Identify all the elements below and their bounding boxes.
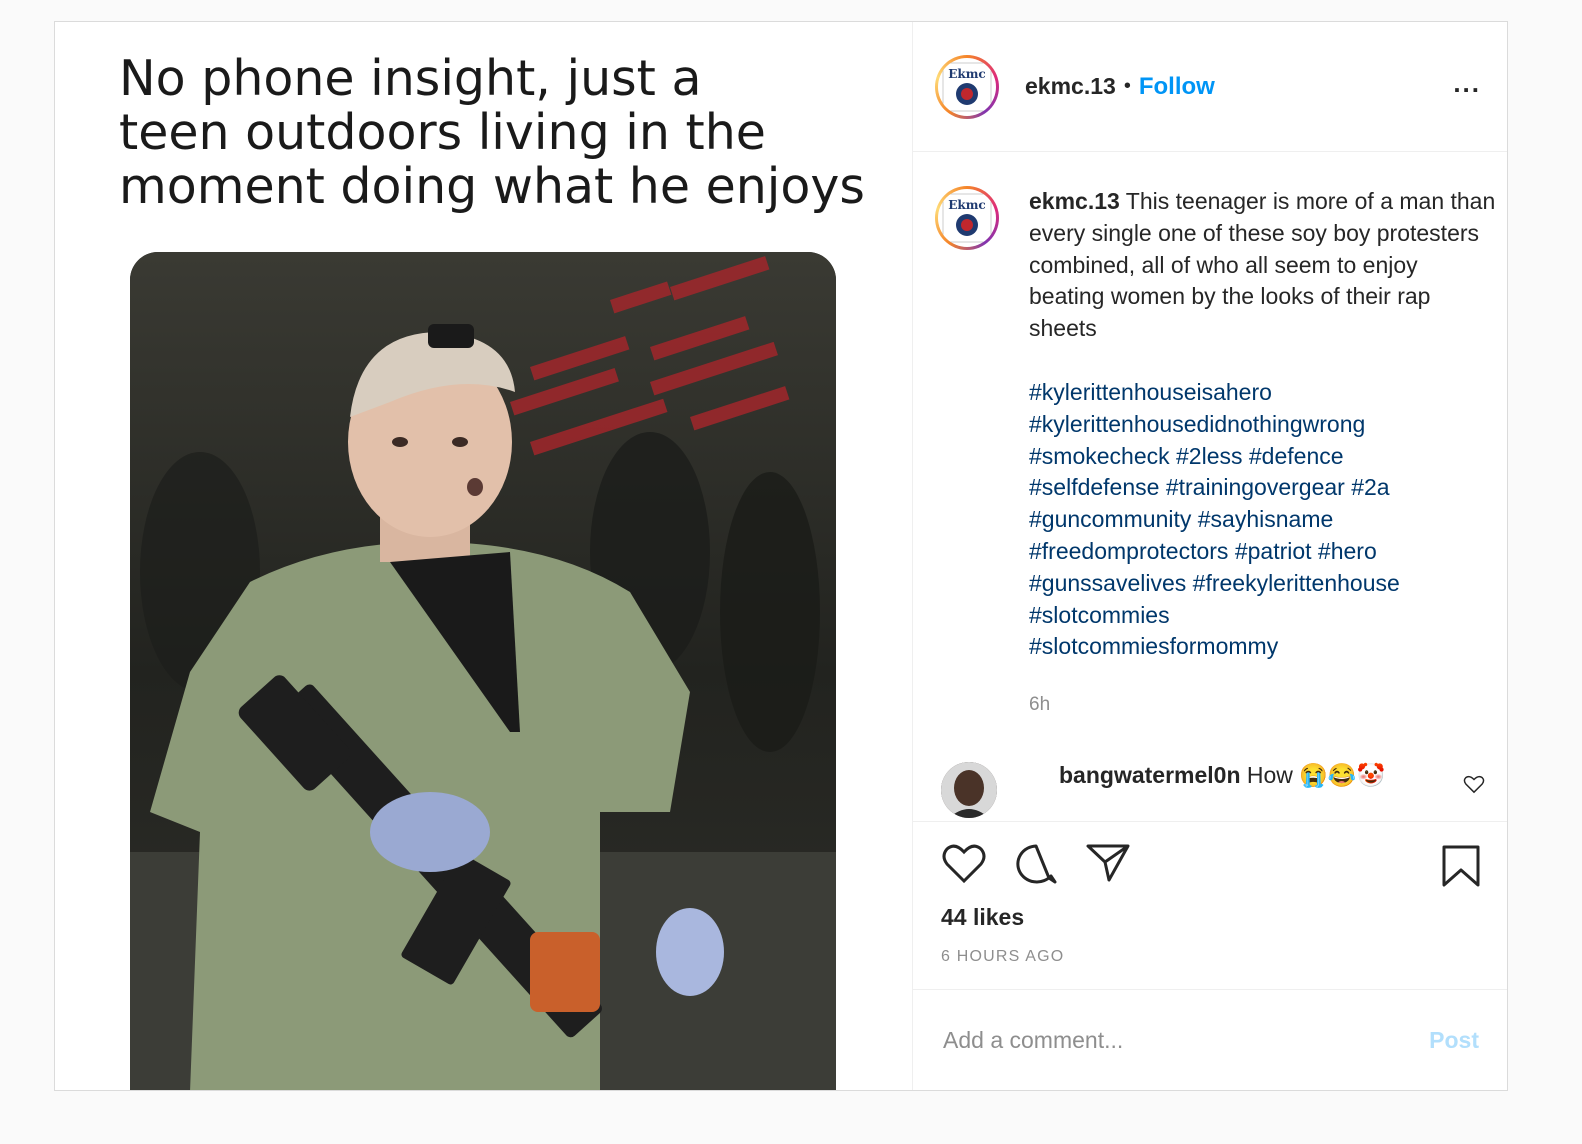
caption-text: ekmc.13 This teenager is more of a man t…	[1029, 186, 1499, 721]
caption-username[interactable]: ekmc.13	[1029, 188, 1120, 214]
post-time-ago: 6 HOURS AGO	[941, 948, 1065, 965]
author-avatar-image: Ekmc	[938, 57, 996, 116]
hashtag-line[interactable]: #gunssavelives #freekylerittenhouse	[1029, 568, 1499, 600]
hashtag-line[interactable]: #kylerittenhousedidnothingwrong	[1029, 409, 1499, 441]
photo-illustration	[130, 252, 836, 1090]
comment-body: How 😭😂🤡	[1246, 762, 1386, 788]
comment-bubble-icon[interactable]	[1013, 842, 1059, 891]
hashtag-line[interactable]: #selfdefense #trainingovergear #2a	[1029, 472, 1499, 504]
post-photo	[130, 252, 836, 1090]
ekmc-logo-icon: Ekmc	[942, 193, 992, 243]
meme-caption: No phone insight, just a teen outdoors l…	[119, 50, 865, 215]
comment-input[interactable]	[941, 1025, 1385, 1055]
action-icons	[941, 842, 1131, 891]
likes-count[interactable]: 44 likes	[941, 904, 1024, 931]
author-avatar[interactable]: Ekmc	[935, 54, 999, 119]
share-send-icon[interactable]	[1085, 842, 1131, 891]
post-sidebar: Ekmc ekmc.13 • Follow ... Ekmc ekmc.13 T…	[913, 22, 1507, 1090]
hashtag-list: #kylerittenhouseisahero #kylerittenhoused…	[1029, 377, 1499, 663]
hashtag-line[interactable]: #slotcommies	[1029, 600, 1499, 632]
caption-avatar-image: Ekmc	[938, 189, 996, 247]
hashtag-line[interactable]: #freedomprotectors #patriot #hero	[1029, 536, 1499, 568]
author-username[interactable]: ekmc.13	[1025, 73, 1116, 100]
comment-like-heart-icon[interactable]	[1463, 774, 1485, 799]
caption-time[interactable]: 6h	[1029, 689, 1499, 721]
add-comment-bar: Post	[913, 989, 1507, 1090]
svg-text:Ekmc: Ekmc	[948, 198, 985, 212]
hashtag-line[interactable]: #kylerittenhouseisahero	[1029, 377, 1499, 409]
header-separator: •	[1123, 75, 1131, 97]
svg-text:Ekmc: Ekmc	[948, 67, 985, 81]
comment-text: bangwatermel0n How 😭😂🤡	[1059, 762, 1385, 818]
bookmark-icon[interactable]	[1441, 844, 1481, 893]
commenter-avatar[interactable]	[941, 762, 997, 818]
like-heart-icon[interactable]	[941, 842, 987, 891]
post-header: Ekmc ekmc.13 • Follow ...	[913, 22, 1507, 152]
comments-area[interactable]: Ekmc ekmc.13 This teenager is more of a …	[913, 152, 1507, 821]
caption-avatar[interactable]: Ekmc	[935, 186, 999, 250]
comment-item: bangwatermel0n How 😭😂🤡	[941, 762, 1489, 818]
hashtag-line[interactable]: #slotcommiesformommy	[1029, 631, 1499, 663]
follow-button[interactable]: Follow	[1139, 73, 1215, 101]
more-options-button[interactable]: ...	[1453, 68, 1481, 99]
post-media[interactable]: No phone insight, just a teen outdoors l…	[55, 22, 913, 1090]
post-card: No phone insight, just a teen outdoors l…	[54, 21, 1508, 1091]
hashtag-line[interactable]: #smokecheck #2less #defence	[1029, 441, 1499, 473]
caption-block: Ekmc ekmc.13 This teenager is more of a …	[935, 186, 1499, 721]
ekmc-logo-icon: Ekmc	[942, 62, 992, 111]
commenter-avatar-image	[941, 762, 997, 818]
actions-panel: 44 likes 6 HOURS AGO Post	[913, 821, 1507, 1090]
hashtag-line[interactable]: #guncommunity #sayhisname	[1029, 504, 1499, 536]
post-comment-button[interactable]: Post	[1429, 1027, 1479, 1054]
comment-username[interactable]: bangwatermel0n	[1059, 762, 1241, 788]
